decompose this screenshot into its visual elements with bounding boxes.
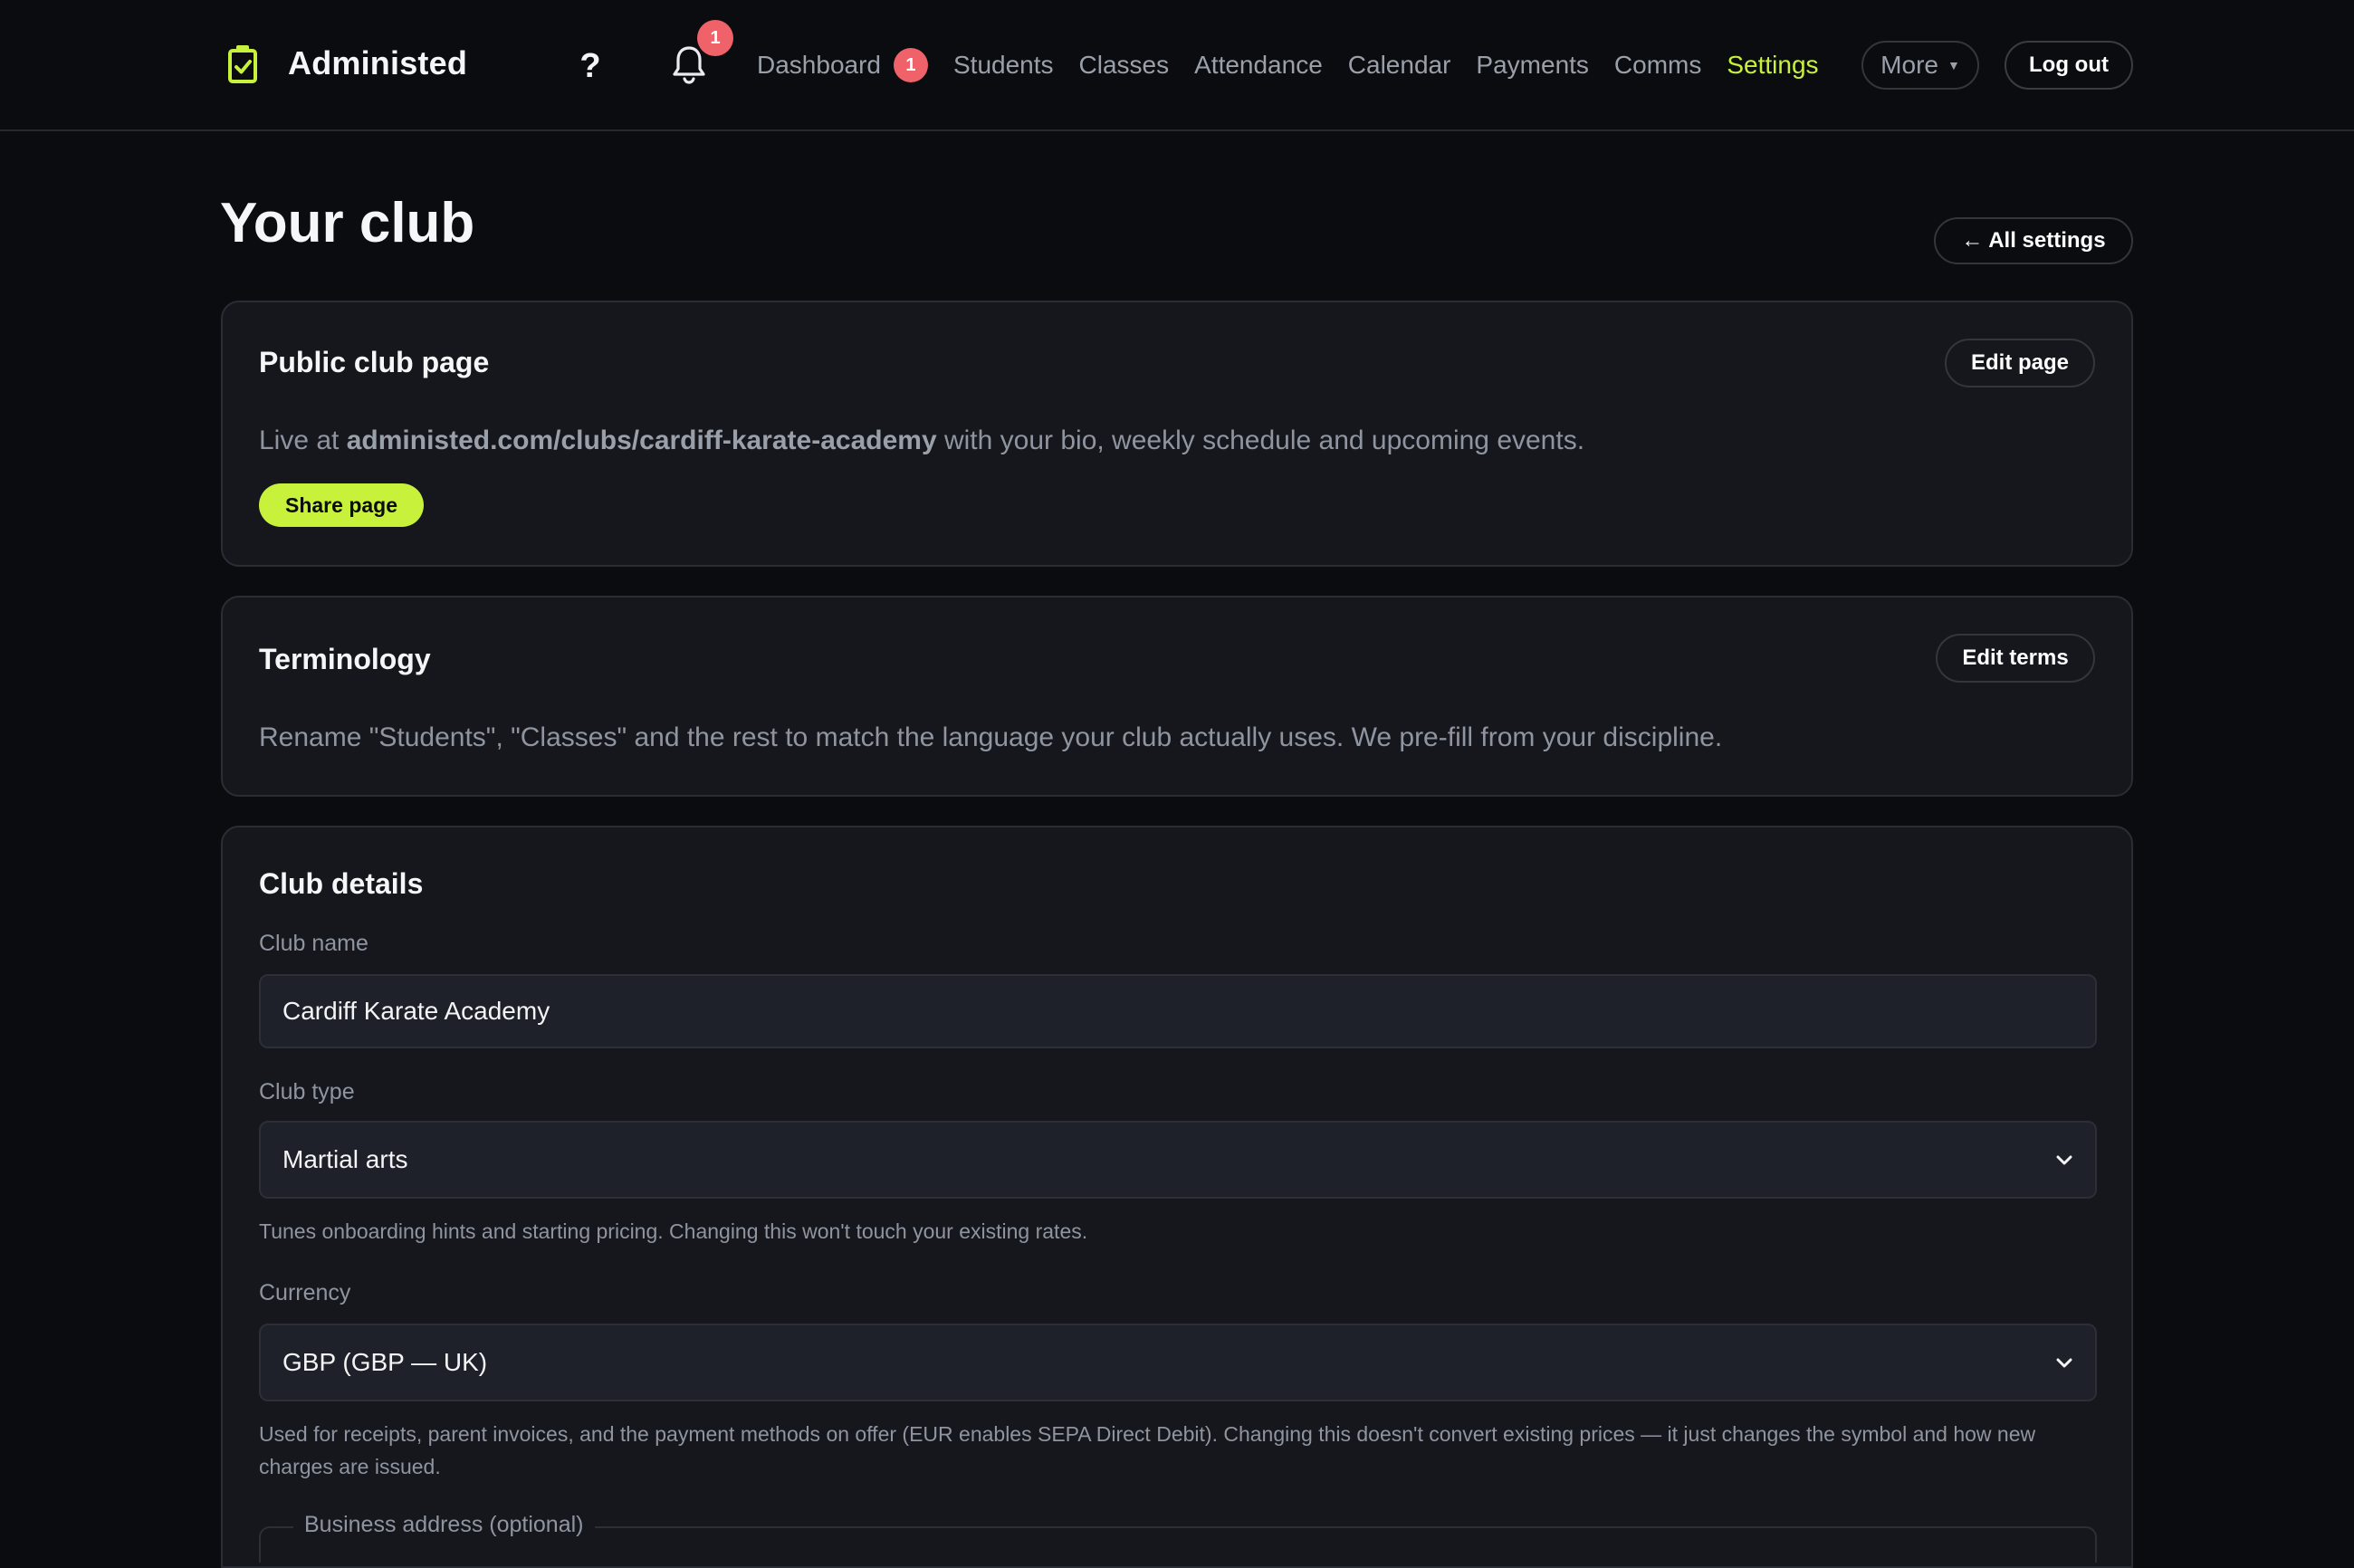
edit-page-button[interactable]: Edit page	[1945, 339, 2095, 387]
more-menu-button[interactable]: More ▼	[1861, 41, 1979, 90]
description-suffix: with your bio, weekly schedule and upcom…	[936, 425, 1585, 455]
currency-help: Used for receipts, parent invoices, and …	[259, 1422, 2036, 1478]
nav-item-comms[interactable]: Comms	[1614, 51, 1701, 80]
question-mark-icon[interactable]: ?	[576, 43, 605, 89]
public-page-url[interactable]: administed.com/clubs/cardiff-karate-acad…	[347, 425, 937, 455]
nav-item-students[interactable]: Students	[953, 51, 1054, 80]
all-settings-button[interactable]: ← All settings	[1934, 217, 2133, 264]
card-title: Public club page	[259, 346, 490, 378]
nav-item-calendar[interactable]: Calendar	[1348, 51, 1451, 80]
more-label: More	[1880, 51, 1938, 79]
currency-label: Currency	[259, 1280, 351, 1305]
club-name-label: Club name	[259, 931, 368, 956]
nav-item-payments[interactable]: Payments	[1476, 51, 1589, 80]
nav-item-attendance[interactable]: Attendance	[1194, 51, 1323, 80]
public-club-page-card: Public club page Edit page Live at admin…	[221, 301, 2133, 567]
card-title: Club details	[259, 867, 424, 900]
description-prefix: Live at	[259, 425, 347, 455]
nav-item-settings[interactable]: Settings	[1727, 51, 1818, 80]
business-address-legend: Business address (optional)	[293, 1512, 595, 1538]
chevron-down-icon	[2053, 1149, 2075, 1171]
brand[interactable]: Administed	[225, 42, 467, 85]
currency-value: GBP (GBP — UK)	[282, 1348, 488, 1376]
page-title: Your club	[220, 192, 475, 254]
currency-select[interactable]: GBP (GBP — UK)	[259, 1324, 2097, 1401]
card-title: Terminology	[259, 643, 431, 675]
notification-count-badge: 1	[697, 20, 733, 56]
club-type-label: Club type	[259, 1079, 355, 1104]
main-nav: Dashboard 1 Students Classes Attendance …	[757, 43, 1844, 87]
club-name-input[interactable]: Cardiff Karate Academy	[259, 974, 2097, 1048]
checkbox-logo-icon	[225, 42, 261, 85]
brand-name: Administed	[288, 44, 468, 81]
club-details-card: Club details Club name Cardiff Karate Ac…	[221, 826, 2133, 1568]
caret-down-icon: ▼	[1947, 58, 1960, 72]
dashboard-badge: 1	[893, 48, 928, 82]
club-type-select[interactable]: Martial arts	[259, 1121, 2097, 1199]
edit-terms-button[interactable]: Edit terms	[1936, 634, 2095, 683]
public-page-description: Live at administed.com/clubs/cardiff-kar…	[259, 425, 1584, 456]
terminology-card: Terminology Edit terms Rename "Students"…	[221, 596, 2133, 797]
share-page-button[interactable]: Share page	[259, 483, 424, 527]
nav-item-classes[interactable]: Classes	[1079, 51, 1170, 80]
chevron-down-icon	[2053, 1352, 2075, 1373]
nav-item-dashboard[interactable]: Dashboard 1	[757, 48, 928, 82]
terminology-description: Rename "Students", "Classes" and the res…	[259, 722, 1723, 752]
club-type-value: Martial arts	[282, 1145, 408, 1173]
club-type-help: Tunes onboarding hints and starting pric…	[259, 1219, 1088, 1243]
top-navigation-bar: Administed ? 1 Dashboard 1 Students Clas…	[0, 0, 2354, 131]
nav-item-label: Dashboard	[757, 51, 881, 79]
logout-button[interactable]: Log out	[2005, 41, 2133, 90]
